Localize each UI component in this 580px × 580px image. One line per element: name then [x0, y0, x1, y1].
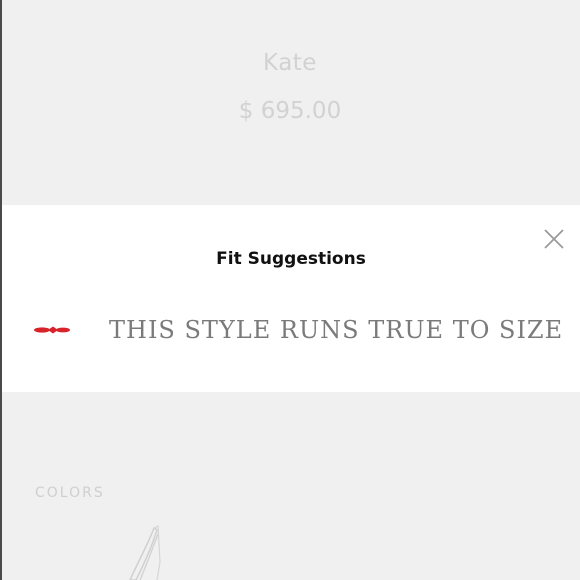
modal-title: Fit Suggestions — [216, 249, 366, 269]
close-icon[interactable] — [542, 227, 566, 251]
red-sole-icon — [34, 326, 70, 334]
product-price: $ 695.00 — [238, 98, 342, 124]
shoe-thumbnail[interactable] — [80, 522, 180, 580]
product-name: Kate — [263, 50, 317, 76]
fit-suggestions-modal: Fit Suggestions THIS STYLE RUNS TRUE TO … — [2, 205, 580, 392]
fit-suggestion-text: THIS STYLE RUNS TRUE TO SIZE — [109, 316, 564, 344]
colors-label: COLORS — [35, 485, 105, 501]
